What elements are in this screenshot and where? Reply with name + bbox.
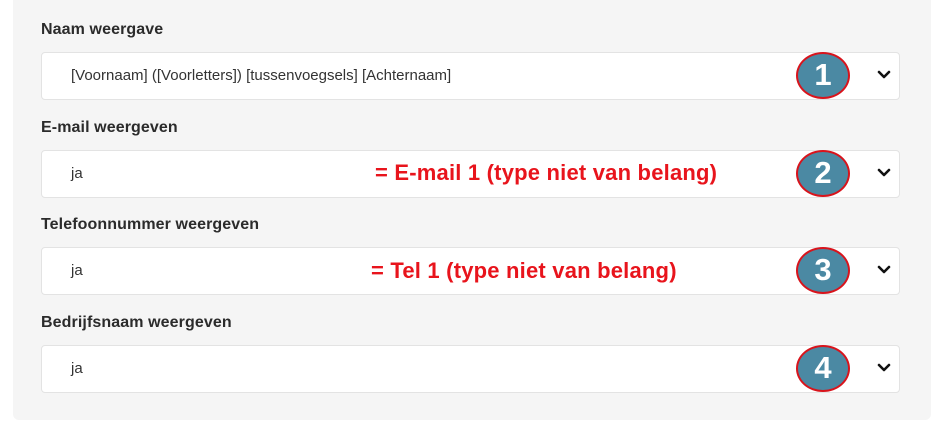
email-weergeven-label: E-mail weergeven (41, 119, 178, 136)
naam-weergave-select[interactable]: [Voornaam] ([Voorletters]) [tussenvoegse… (41, 52, 900, 100)
chevron-down-icon (877, 265, 891, 274)
chevron-down-icon (877, 363, 891, 372)
callout-badge-2: 2 (796, 150, 850, 197)
bedrijfsnaam-weergeven-label: Bedrijfsnaam weergeven (41, 314, 232, 331)
callout-badge-4: 4 (796, 345, 850, 392)
chevron-down-icon (877, 70, 891, 79)
email-annotation: = E-mail 1 (type niet van belang) (375, 160, 718, 185)
telefoonnummer-weergeven-label: Telefoonnummer weergeven (41, 216, 260, 233)
telefoon-annotation: = Tel 1 (type niet van belang) (371, 258, 677, 283)
naam-weergave-value: [Voornaam] ([Voorletters]) [tussenvoegse… (71, 67, 452, 84)
telefoonnummer-weergeven-value: ja (71, 262, 83, 279)
callout-badge-1: 1 (796, 52, 850, 99)
callout-badge-3: 3 (796, 247, 850, 294)
bedrijfsnaam-weergeven-select[interactable]: ja (41, 345, 900, 393)
bedrijfsnaam-weergeven-value: ja (71, 360, 83, 377)
naam-weergave-label: Naam weergave (41, 21, 164, 38)
email-weergeven-value: ja (71, 165, 83, 182)
chevron-down-icon (877, 168, 891, 177)
